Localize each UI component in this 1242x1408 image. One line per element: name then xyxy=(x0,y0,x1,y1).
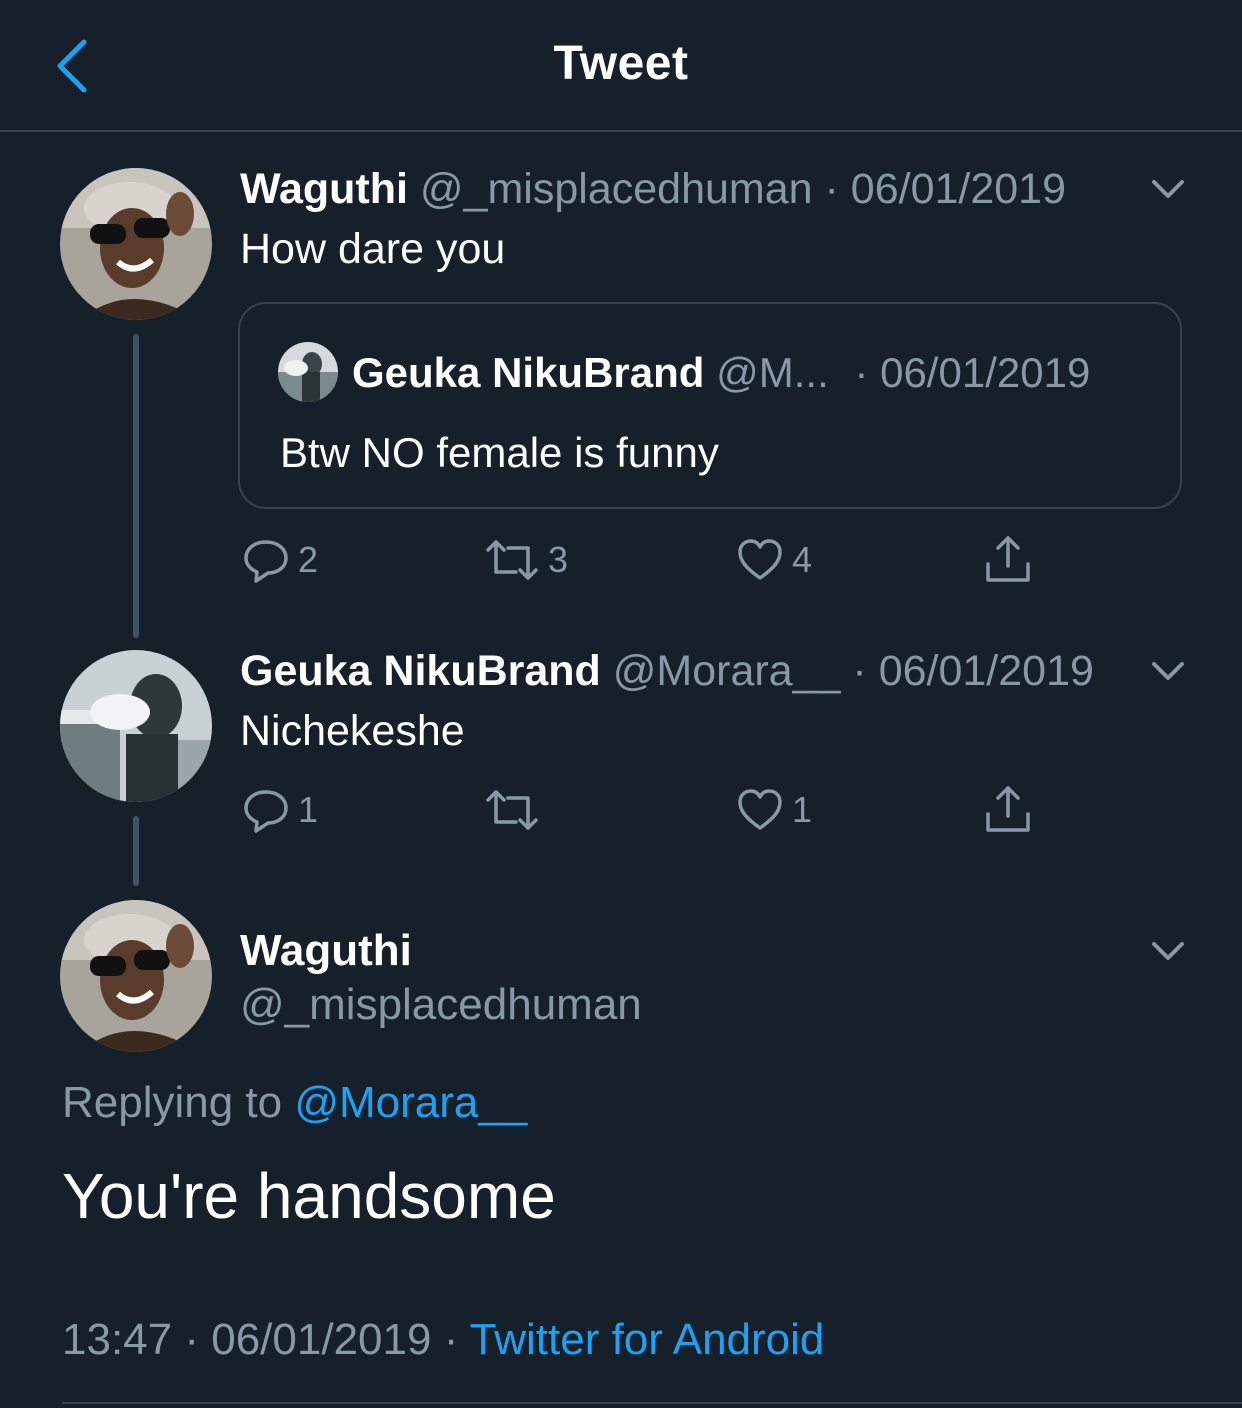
thread-connector xyxy=(133,334,139,638)
avatar[interactable] xyxy=(60,650,212,802)
divider xyxy=(62,1402,1242,1404)
tweet-detail-screen: Tweet Waguthi @_misplacedhuman · 06/01/2… xyxy=(0,0,1242,1408)
avatar xyxy=(278,342,338,402)
display-name[interactable]: Geuka NikuBrand xyxy=(240,647,601,695)
separator: · xyxy=(443,1315,459,1364)
retweet-count: 3 xyxy=(548,539,569,580)
tweet-date: 06/01/2019 xyxy=(880,349,1091,396)
user-photo xyxy=(60,168,212,320)
share-icon xyxy=(986,536,1030,582)
chevron-down-icon[interactable] xyxy=(1148,170,1188,210)
chevron-down-icon[interactable] xyxy=(1148,652,1188,692)
handle[interactable]: @_misplacedhuman xyxy=(240,980,642,1030)
reply-count: 1 xyxy=(298,789,319,830)
tweet-text: Nichekeshe xyxy=(240,707,465,755)
display-name[interactable]: Waguthi xyxy=(240,926,412,976)
reply-icon xyxy=(244,790,288,833)
share-button[interactable] xyxy=(984,534,1032,586)
handle[interactable]: @_misplacedhuman xyxy=(420,165,813,213)
like-button[interactable]: 4 xyxy=(736,534,812,586)
replying-to: Replying to @Morara__ xyxy=(62,1078,527,1128)
retweet-button[interactable]: 3 xyxy=(484,534,568,586)
retweet-icon xyxy=(486,540,538,580)
tweet-time: 13:47 xyxy=(62,1315,173,1364)
tweet-date[interactable]: 06/01/2019 xyxy=(879,647,1094,695)
display-name: Geuka NikuBrand xyxy=(352,349,705,396)
like-button[interactable]: 1 xyxy=(736,784,812,836)
reply-button[interactable]: 1 xyxy=(242,784,318,836)
tweet-meta: 13:47 · 06/01/2019 · Twitter for Android xyxy=(62,1314,824,1366)
display-name[interactable]: Waguthi xyxy=(240,165,408,213)
like-count: 1 xyxy=(792,789,813,830)
separator: · xyxy=(854,349,869,396)
tweet-text: You're handsome xyxy=(62,1160,556,1232)
like-count: 4 xyxy=(792,539,813,580)
tweet-text: How dare you xyxy=(240,225,506,273)
thread-connector xyxy=(133,816,139,886)
tweet-header: Waguthi @_misplacedhuman · 06/01/2019 xyxy=(240,164,1066,214)
quote-text: Btw NO female is funny xyxy=(280,429,719,476)
handle[interactable]: @Morara__ xyxy=(613,647,841,695)
user-photo xyxy=(60,650,212,802)
top-bar: Tweet xyxy=(0,0,1242,132)
quote-header: Geuka NikuBrand @M... · 06/01/2019 xyxy=(352,348,1090,398)
handle: @M... xyxy=(716,349,829,396)
avatar[interactable] xyxy=(60,900,212,1052)
tweet-header: Geuka NikuBrand @Morara__ · 06/01/2019 xyxy=(240,646,1094,696)
replying-to-link[interactable]: @Morara__ xyxy=(294,1078,527,1127)
share-button[interactable] xyxy=(984,784,1032,836)
retweet-button[interactable] xyxy=(484,784,548,836)
share-icon xyxy=(986,786,1030,832)
tweet-date[interactable]: 06/01/2019 xyxy=(851,165,1066,213)
page-title: Tweet xyxy=(553,37,689,90)
reply-button[interactable]: 2 xyxy=(242,534,318,586)
heart-icon xyxy=(738,539,782,580)
user-photo xyxy=(60,900,212,1052)
retweet-icon xyxy=(486,790,538,830)
heart-icon xyxy=(738,789,782,830)
replying-label: Replying to xyxy=(62,1078,295,1127)
quoted-tweet[interactable]: Geuka NikuBrand @M... · 06/01/2019 Btw N… xyxy=(238,302,1182,509)
chevron-down-icon[interactable] xyxy=(1148,932,1188,972)
separator: · xyxy=(824,165,839,213)
tweet-date: 06/01/2019 xyxy=(211,1315,432,1364)
separator: · xyxy=(184,1315,199,1364)
user-photo xyxy=(278,342,338,402)
source-link[interactable]: Twitter for Android xyxy=(470,1315,825,1364)
reply-icon xyxy=(244,540,288,583)
avatar[interactable] xyxy=(60,168,212,320)
separator: · xyxy=(852,647,867,695)
reply-count: 2 xyxy=(298,539,319,580)
